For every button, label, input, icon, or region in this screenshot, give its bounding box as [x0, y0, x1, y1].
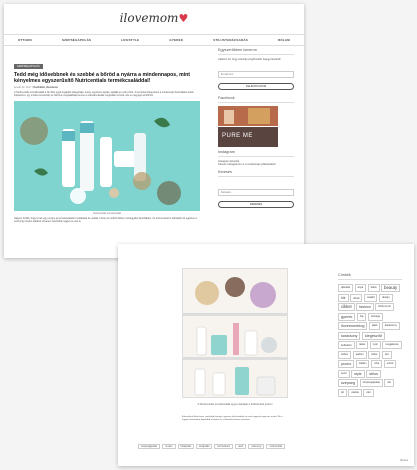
tag-cloud-item[interactable]: reklám [355, 360, 370, 368]
tags-title: Címkék [338, 273, 402, 280]
logo-text: ilovemom [119, 11, 179, 25]
post-body-2: A termékek illata finom, textúrájuk könn… [182, 416, 283, 422]
back-link[interactable]: Vissza [400, 458, 408, 462]
tag-cloud-item[interactable]: karácsony [381, 322, 400, 330]
tag-cloud-item[interactable]: fehérnemű [375, 303, 394, 311]
nav-item-rolam[interactable]: RÓLAM [278, 38, 290, 42]
post-tags: szépségápolás nu skin bőrápolás arcápolás ko… [138, 444, 298, 449]
tag-cloud-item[interactable]: haj [356, 312, 367, 321]
tag-cloud-item[interactable]: promo [338, 360, 355, 368]
tag-cloud-item[interactable]: téli [384, 379, 394, 387]
shelf-caption: A Nutricentials termékcsalád egyes darab… [197, 403, 273, 406]
article-page-continued: A Nutricentials termékcsalád egyes darab… [118, 244, 414, 466]
instagram-desc: Kövess Instagramon is a mindennapi pilla… [218, 163, 276, 167]
post-tag[interactable]: nu skin [161, 444, 176, 449]
tag-cloud-item[interactable]: játék [368, 322, 381, 330]
tag-cloud-item[interactable]: ősz [381, 350, 392, 359]
facebook-banner: PURE ME [222, 132, 253, 139]
post-title: Tedd még idősebbnek és szebbé a bőröd a … [14, 72, 191, 84]
post-body: Nagyon örülök, hogy ismét egy ennyire jó… [14, 216, 197, 224]
tag-cloud-item[interactable]: család [363, 293, 378, 302]
tag-cloud-item[interactable]: ilovemomblog [338, 322, 368, 330]
post-content: SZÉPSÉGÁPOLÁS Tedd még idősebbnek és sze… [14, 54, 200, 224]
tag-cloud-item[interactable]: anya [354, 284, 367, 292]
tag-cloud-item[interactable]: tél [338, 388, 347, 397]
subscribe-title: Egyszerűbben ismeron [218, 48, 294, 55]
post-tag[interactable]: szépségápolás [138, 444, 160, 449]
post-tag[interactable]: vélemény [248, 444, 265, 449]
tag-cloud-item[interactable]: gyerek [338, 312, 356, 321]
tag-cloud-item[interactable]: smink [383, 360, 397, 368]
tag-cloud-item[interactable]: beauty [381, 284, 401, 292]
tag-cloud-item[interactable]: design [378, 293, 393, 302]
tag-cloud: ajándék anya baba beauty bőr divat család desig… [338, 284, 402, 397]
search-button[interactable]: KERESÉS [218, 200, 294, 208]
main-nav: OTTHON SZÉPSÉGÁPOLÁS LIFESTYLE GYEREK ST… [4, 34, 304, 46]
nav-item-otthon[interactable]: OTTHON [18, 38, 32, 42]
tag-cloud-item[interactable]: stílus [368, 350, 381, 359]
tag-cloud-item[interactable]: stílus [366, 369, 382, 378]
post-date: január 30, 2017 [14, 86, 32, 89]
tag-cloud-item[interactable]: utazás [348, 388, 362, 397]
subscribe-text: Iratkozz fel, hogy értesülj a legfrisseb… [218, 58, 281, 61]
tag-cloud-item[interactable]: szépség [338, 379, 359, 387]
tag-cloud-item[interactable]: ajándék [338, 284, 354, 292]
post-tag[interactable]: arcápolás [196, 444, 213, 449]
shelf-illustration [183, 269, 287, 397]
tag-cloud-item[interactable]: otthon [338, 350, 352, 359]
instagram-title: Instagram [218, 150, 294, 157]
post-meta: január 30, 2017 | Kunhalmi, ilovemom [14, 86, 58, 89]
tag-cloud-item[interactable]: cikket [338, 303, 355, 311]
post-author[interactable]: Kunhalmi, ilovemom [33, 86, 57, 89]
post-tag[interactable]: kozmetikum [214, 444, 234, 449]
nav-item-lifestyle[interactable]: LIFESTYLE [121, 38, 139, 42]
post-tag[interactable]: nutricentials [266, 444, 286, 449]
tag-cloud-item[interactable]: divat [350, 293, 363, 302]
tag-cloud-item[interactable]: kollekció [338, 341, 355, 349]
subscribe-button[interactable]: FELIRATKOZOM [218, 82, 294, 90]
hero-product-image [14, 100, 200, 211]
facebook-title: Facebook [218, 96, 294, 103]
bathroom-shelf-image [182, 268, 288, 398]
tag-cloud-item[interactable]: élet [363, 388, 374, 397]
search-title: Keresés [218, 170, 294, 177]
facebook-image-2[interactable]: PURE ME [218, 126, 278, 147]
hero-illustration [14, 100, 200, 211]
tag-cloud-item[interactable]: ruha [370, 360, 383, 368]
tag-cloud-item[interactable]: bőr [338, 293, 349, 302]
nav-item-gyerek[interactable]: GYEREK [169, 38, 183, 42]
tag-cloud-item[interactable]: karácsony [338, 331, 361, 340]
post-intro: A Nutricentials termékcsalád a Nu Skin e… [14, 91, 194, 98]
article-page: ilovemom♥ OTTHON SZÉPSÉGÁPOLÁS LIFESTYLE… [4, 4, 304, 258]
tag-cloud-item[interactable]: fashion [356, 303, 374, 311]
tag-cloud-item[interactable]: megjelenés [382, 341, 402, 349]
site-logo[interactable]: ilovemom♥ [4, 4, 304, 34]
facebook-image-1[interactable] [218, 105, 278, 126]
nav-item-szepsegapolas[interactable]: SZÉPSÉGÁPOLÁS [62, 38, 91, 42]
post-tag[interactable]: bőrápolás [177, 444, 195, 449]
search-input[interactable] [218, 188, 294, 196]
sidebar: Egyszerűbben ismeron Iratkozz fel, hogy … [218, 48, 294, 214]
tag-cloud-item[interactable]: sport [338, 369, 350, 378]
tag-cloud-item[interactable]: szépségápolás [359, 379, 383, 387]
tag-cloud-item[interactable]: hétvége [367, 312, 384, 321]
tag-cloud-item[interactable]: nyár [369, 341, 381, 349]
post-tag[interactable]: teszt [235, 444, 247, 449]
nav-item-stilustanacsadas[interactable]: STÍLUSTANÁCSADÁS [213, 38, 248, 42]
tag-cloud-item[interactable]: kiegészítő [361, 331, 385, 340]
email-field[interactable] [218, 70, 294, 78]
tag-cloud-item[interactable]: parfüm [352, 350, 367, 359]
hero-caption: Nutricentials termékcsalád [92, 211, 122, 215]
post-category[interactable]: SZÉPSÉGÁPOLÁS [14, 64, 43, 69]
facebook-photo [218, 105, 278, 126]
tag-cloud-item[interactable]: style [351, 369, 365, 378]
tag-cloud-item[interactable]: lakás [356, 341, 369, 349]
heart-icon: ♥ [178, 12, 189, 25]
tag-cloud-item[interactable]: baba [367, 284, 380, 292]
